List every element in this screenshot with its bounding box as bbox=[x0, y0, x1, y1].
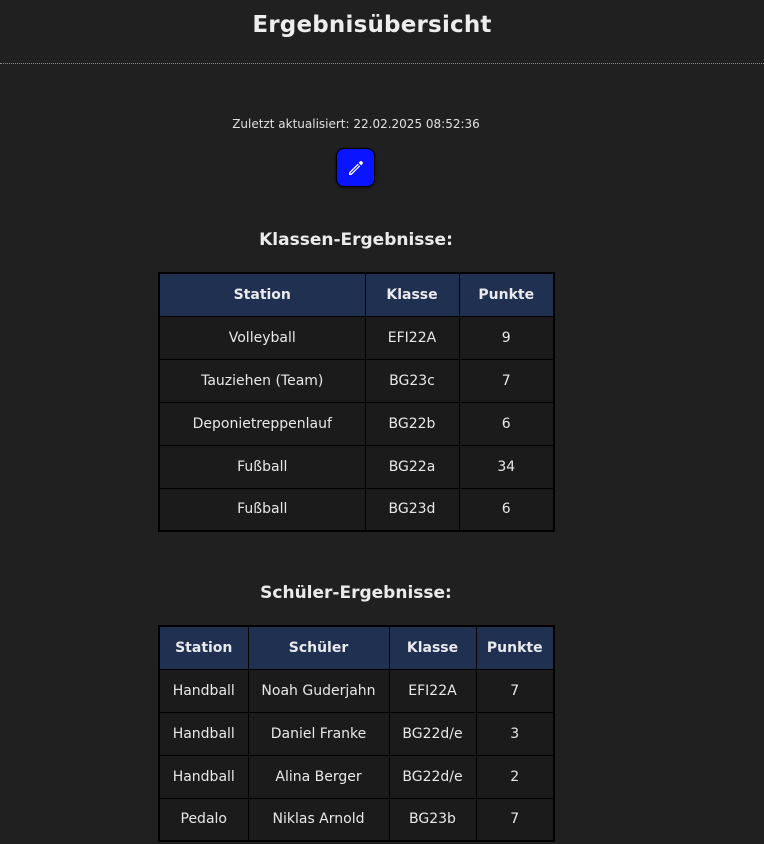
cell-punkte: 6 bbox=[458, 487, 555, 532]
column-header-station: Station bbox=[158, 625, 249, 670]
student-results-heading: Schüler-Ergebnisse: bbox=[260, 583, 452, 603]
column-header-schueler: Schüler bbox=[247, 625, 390, 670]
column-header-klasse: Klasse bbox=[364, 272, 460, 317]
table-row: Fußball BG23d 6 bbox=[158, 487, 555, 532]
column-header-punkte: Punkte bbox=[475, 625, 555, 670]
cell-klasse: EFI22A bbox=[364, 315, 460, 360]
cell-klasse: BG22a bbox=[364, 444, 460, 489]
column-header-klasse: Klasse bbox=[388, 625, 477, 670]
cell-klasse: BG22b bbox=[364, 401, 460, 446]
page-header: Ergebnisübersicht bbox=[0, 0, 764, 64]
table-row: Fußball BG22a 34 bbox=[158, 444, 555, 489]
cell-klasse: BG23d bbox=[364, 487, 460, 532]
cell-schueler: Alina Berger bbox=[247, 754, 390, 799]
cell-punkte: 34 bbox=[458, 444, 555, 489]
edit-button[interactable] bbox=[336, 148, 375, 187]
cell-klasse: BG23b bbox=[388, 797, 477, 842]
last-updated-text: Zuletzt aktualisiert: 22.02.2025 08:52:3… bbox=[232, 117, 480, 131]
cell-punkte: 7 bbox=[458, 358, 555, 403]
cell-klasse: EFI22A bbox=[388, 668, 477, 713]
cell-station: Fußball bbox=[158, 444, 366, 489]
column-header-station: Station bbox=[158, 272, 366, 317]
cell-punkte: 6 bbox=[458, 401, 555, 446]
table-row: Handball Noah Guderjahn EFI22A 7 bbox=[158, 668, 555, 713]
table-header-row: Station Klasse Punkte bbox=[158, 272, 555, 317]
table-header-row: Station Schüler Klasse Punkte bbox=[158, 625, 555, 670]
cell-schueler: Noah Guderjahn bbox=[247, 668, 390, 713]
cell-punkte: 7 bbox=[475, 797, 555, 842]
cell-klasse: BG22d/e bbox=[388, 711, 477, 756]
cell-klasse: BG23c bbox=[364, 358, 460, 403]
column-header-punkte: Punkte bbox=[458, 272, 555, 317]
cell-station: Handball bbox=[158, 668, 249, 713]
table-row: Volleyball EFI22A 9 bbox=[158, 315, 555, 360]
table-row: Deponietreppenlauf BG22b 6 bbox=[158, 401, 555, 446]
cell-klasse: BG22d/e bbox=[388, 754, 477, 799]
student-results-table: Station Schüler Klasse Punkte Handball N… bbox=[158, 625, 555, 842]
pencil-icon bbox=[348, 160, 363, 175]
cell-station: Pedalo bbox=[158, 797, 249, 842]
cell-punkte: 7 bbox=[475, 668, 555, 713]
cell-station: Fußball bbox=[158, 487, 366, 532]
cell-punkte: 3 bbox=[475, 711, 555, 756]
cell-station: Tauziehen (Team) bbox=[158, 358, 366, 403]
cell-station: Volleyball bbox=[158, 315, 366, 360]
table-row: Pedalo Niklas Arnold BG23b 7 bbox=[158, 797, 555, 842]
class-results-heading: Klassen-Ergebnisse: bbox=[259, 230, 453, 250]
class-results-table: Station Klasse Punkte Volleyball EFI22A … bbox=[158, 272, 555, 532]
cell-station: Handball bbox=[158, 754, 249, 799]
cell-schueler: Niklas Arnold bbox=[247, 797, 390, 842]
cell-station: Handball bbox=[158, 711, 249, 756]
page-title: Ergebnisübersicht bbox=[252, 12, 492, 38]
cell-punkte: 2 bbox=[475, 754, 555, 799]
cell-schueler: Daniel Franke bbox=[247, 711, 390, 756]
table-row: Tauziehen (Team) BG23c 7 bbox=[158, 358, 555, 403]
cell-punkte: 9 bbox=[458, 315, 555, 360]
table-row: Handball Alina Berger BG22d/e 2 bbox=[158, 754, 555, 799]
page: Ergebnisübersicht Zuletzt aktualisiert: … bbox=[0, 0, 764, 844]
cell-station: Deponietreppenlauf bbox=[158, 401, 366, 446]
table-row: Handball Daniel Franke BG22d/e 3 bbox=[158, 711, 555, 756]
